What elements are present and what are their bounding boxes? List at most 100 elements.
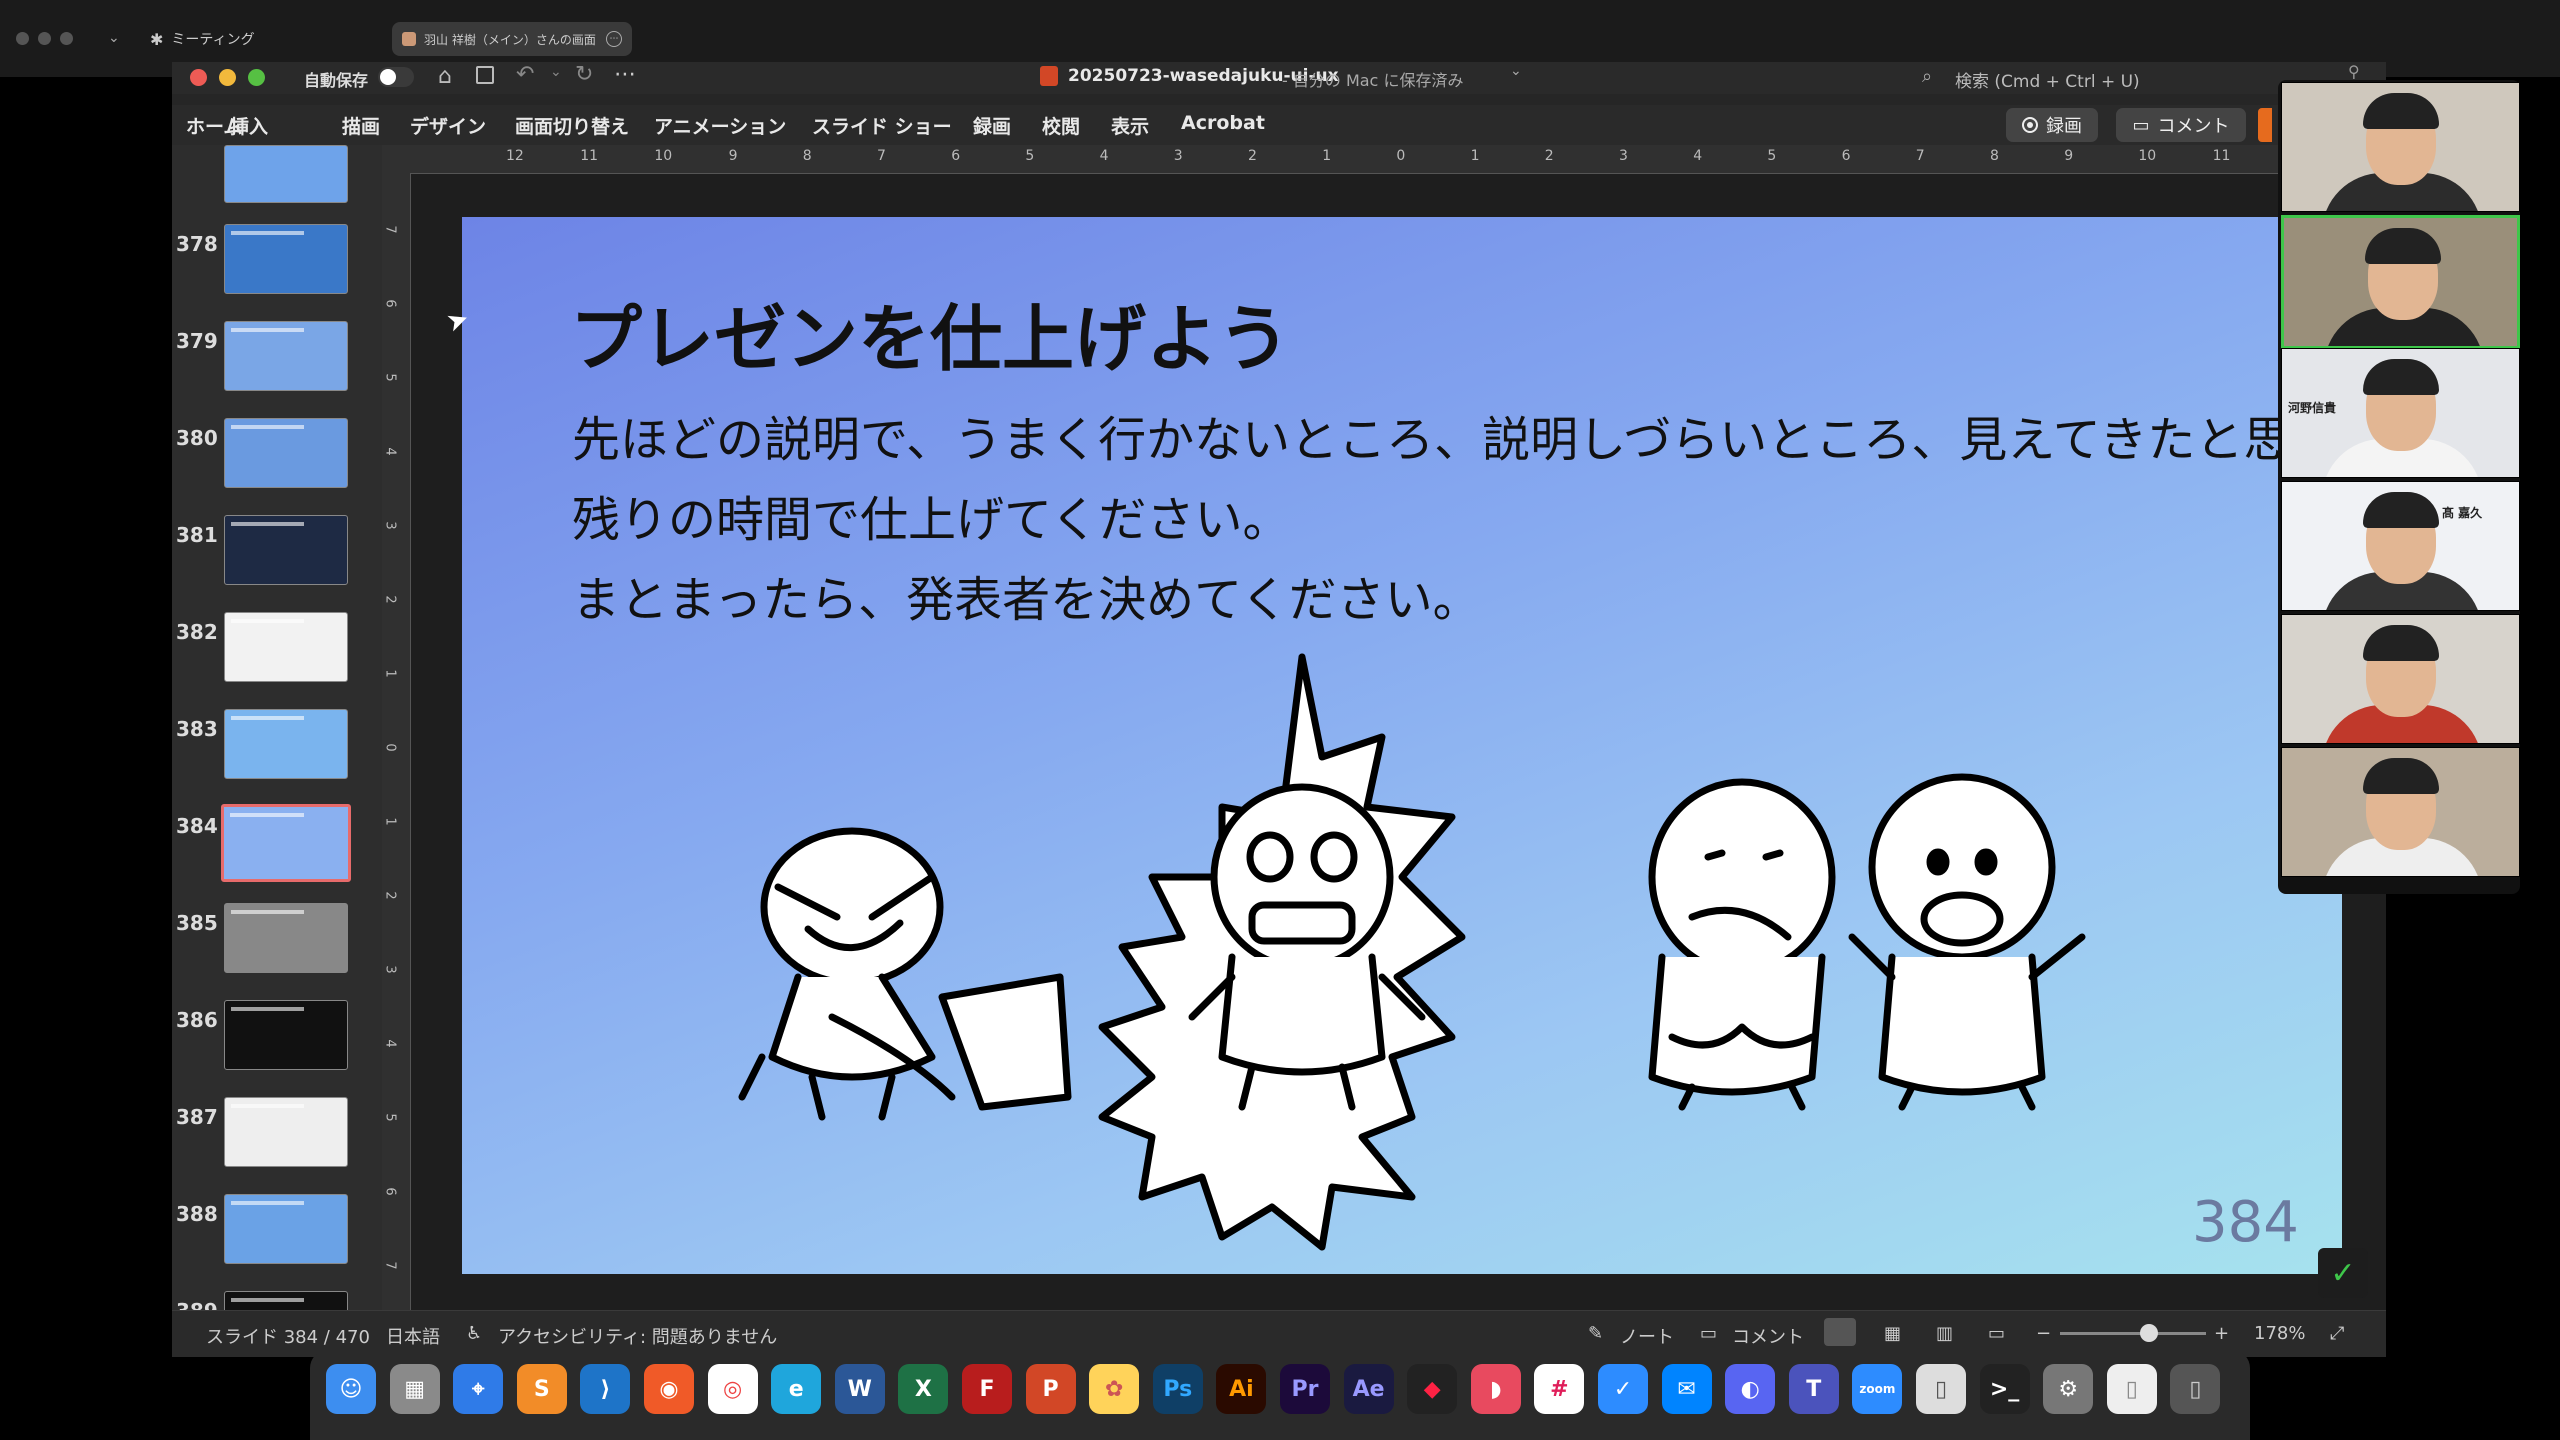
maximize-button[interactable] — [248, 69, 265, 86]
pin-icon[interactable]: ⚲ — [2348, 62, 2360, 81]
save-icon[interactable] — [476, 66, 494, 84]
chrome-icon[interactable]: ◎ — [707, 1364, 758, 1414]
participant-tile[interactable]: 髙 嘉久 — [2281, 481, 2520, 611]
powerpoint-icon[interactable]: P — [1025, 1364, 1076, 1414]
finder-icon[interactable]: ☺ — [326, 1364, 376, 1414]
zoom-level[interactable]: 178% — [2254, 1323, 2305, 1344]
slide-thumbnail[interactable] — [224, 418, 348, 488]
speeko-icon[interactable]: ◗ — [1470, 1364, 1521, 1414]
share-button[interactable] — [2258, 108, 2272, 142]
home-icon[interactable]: ⌂ — [438, 64, 452, 89]
zoom-slider-handle[interactable] — [2140, 1324, 2158, 1342]
zoom-tab-meeting[interactable]: ✱ ミーティング — [150, 22, 255, 56]
slide-thumbnail[interactable] — [224, 903, 348, 973]
slide-thumbnail[interactable] — [224, 612, 348, 682]
slideshow-icon[interactable]: ▭ — [1988, 1323, 2005, 1344]
filezilla-icon[interactable]: F — [962, 1364, 1012, 1414]
files-icon[interactable]: ▯ — [1916, 1364, 1966, 1414]
window-dot[interactable] — [38, 32, 51, 45]
zoom-in-button[interactable]: + — [2214, 1323, 2229, 1344]
tab-10[interactable]: 表示 — [1111, 112, 1149, 139]
participant-tile[interactable] — [2281, 82, 2520, 212]
edge-icon[interactable]: e — [771, 1364, 822, 1414]
minimize-button[interactable] — [219, 69, 236, 86]
close-button[interactable] — [190, 69, 207, 86]
zoom-tab-share[interactable]: 羽山 祥樹（メイン）さんの画面 ⋯ — [392, 22, 632, 56]
tab-3[interactable]: 描画 — [342, 112, 380, 139]
photos-icon[interactable]: ✿ — [1089, 1364, 1140, 1414]
tab-8[interactable]: 録画 — [973, 112, 1011, 139]
illustrator-icon[interactable]: Ai — [1216, 1364, 1267, 1414]
after-effects-icon[interactable]: Ae — [1343, 1364, 1394, 1414]
slide-thumbnail[interactable] — [224, 145, 348, 203]
check-icon[interactable]: ✓ — [2318, 1248, 2368, 1298]
slide-thumbnail[interactable] — [224, 321, 348, 391]
slack-icon[interactable]: # — [1534, 1364, 1585, 1414]
language-indicator[interactable]: 日本語 — [386, 1323, 440, 1349]
discord-icon[interactable]: ◐ — [1725, 1364, 1776, 1414]
slide-thumbnail[interactable] — [224, 1097, 348, 1167]
safari-icon[interactable]: ⌖ — [453, 1364, 504, 1414]
more-options-icon[interactable]: ⋯ — [614, 62, 636, 87]
tab-6[interactable]: アニメーション — [654, 112, 786, 139]
slide-thumbnail[interactable] — [224, 709, 348, 779]
tab-4[interactable]: デザイン — [410, 112, 486, 139]
redo-icon[interactable]: ↻ — [575, 62, 593, 87]
settings-icon[interactable]: ⚙ — [2043, 1364, 2094, 1414]
window-dot[interactable] — [16, 32, 29, 45]
search-icon[interactable]: ⌕ — [1922, 66, 1932, 87]
chevron-down-icon[interactable]: ⌄ — [550, 64, 562, 80]
zoom-icon[interactable]: zoom — [1852, 1364, 1903, 1414]
slide-thumbnail[interactable] — [221, 804, 351, 882]
tasks-icon[interactable]: ✓ — [1598, 1364, 1648, 1414]
zoom-out-button[interactable]: − — [2036, 1323, 2051, 1344]
comment-button[interactable]: ▭ コメント — [2116, 108, 2246, 142]
reading-view-icon[interactable]: ▥ — [1936, 1323, 1953, 1344]
more-icon[interactable]: ⋯ — [606, 31, 622, 47]
window-dot[interactable] — [60, 32, 73, 45]
firefox-icon[interactable]: ◉ — [644, 1364, 694, 1414]
vscode-icon[interactable]: ⟩ — [580, 1364, 631, 1414]
undo-icon[interactable]: ↶ — [516, 62, 534, 87]
tab-9[interactable]: 校閲 — [1042, 112, 1080, 139]
tab-5[interactable]: 画面切り替え — [515, 112, 629, 139]
participant-tile[interactable] — [2281, 614, 2520, 744]
slide-thumbnail[interactable] — [224, 1000, 348, 1070]
slide-thumbnail[interactable] — [224, 224, 348, 294]
trash-icon[interactable]: ▯ — [2170, 1364, 2221, 1414]
messenger-icon[interactable]: ✉ — [1661, 1364, 1712, 1414]
launchpad-icon[interactable]: ▦ — [389, 1364, 440, 1414]
comments-button[interactable]: コメント — [1732, 1323, 1804, 1349]
participant-tile[interactable] — [2281, 215, 2520, 349]
autosave-toggle[interactable] — [378, 67, 414, 87]
participant-tile[interactable] — [2281, 747, 2520, 877]
normal-view-button[interactable] — [1824, 1318, 1856, 1346]
sublime-icon[interactable]: S — [516, 1364, 567, 1414]
participant-tile[interactable]: 河野信貴 — [2281, 348, 2520, 478]
slide-thumbnail[interactable] — [224, 515, 348, 585]
comment-icon[interactable]: ▭ — [1700, 1323, 1717, 1344]
excel-icon[interactable]: X — [898, 1364, 949, 1414]
terminal-icon[interactable]: >_ — [1979, 1364, 2030, 1414]
notes-button[interactable]: ノート — [1620, 1323, 1674, 1349]
zoom-slider[interactable] — [2060, 1332, 2206, 1335]
teams-icon[interactable]: T — [1788, 1364, 1839, 1414]
record-button[interactable]: 録画 — [2006, 108, 2098, 142]
fit-to-window-icon[interactable]: ⤢ — [2330, 1323, 2344, 1344]
premiere-icon[interactable]: Pr — [1280, 1364, 1330, 1414]
tab-2[interactable]: 挿入 — [230, 112, 268, 139]
slide-thumbnail[interactable] — [224, 1194, 348, 1264]
chevron-down-icon[interactable]: ⌄ — [108, 30, 120, 46]
tab-11[interactable]: Acrobat — [1181, 112, 1265, 134]
word-icon[interactable]: W — [834, 1364, 885, 1414]
search-input[interactable]: 検索 (Cmd + Ctrl + U) — [1955, 67, 2140, 92]
grid-view-icon[interactable]: ▦ — [1884, 1323, 1901, 1344]
photoshop-icon[interactable]: Ps — [1152, 1364, 1203, 1414]
documents-icon[interactable]: ▯ — [2106, 1364, 2157, 1414]
accessibility-icon[interactable]: ♿ — [466, 1323, 482, 1344]
accessibility-status[interactable]: アクセシビリティ: 問題ありません — [498, 1323, 777, 1349]
notes-icon[interactable]: ✎ — [1588, 1323, 1603, 1344]
chevron-down-icon[interactable]: ⌄ — [1510, 63, 1522, 79]
tab-7[interactable]: スライド ショー — [812, 112, 952, 139]
figma-icon[interactable]: ◆ — [1407, 1364, 1458, 1414]
